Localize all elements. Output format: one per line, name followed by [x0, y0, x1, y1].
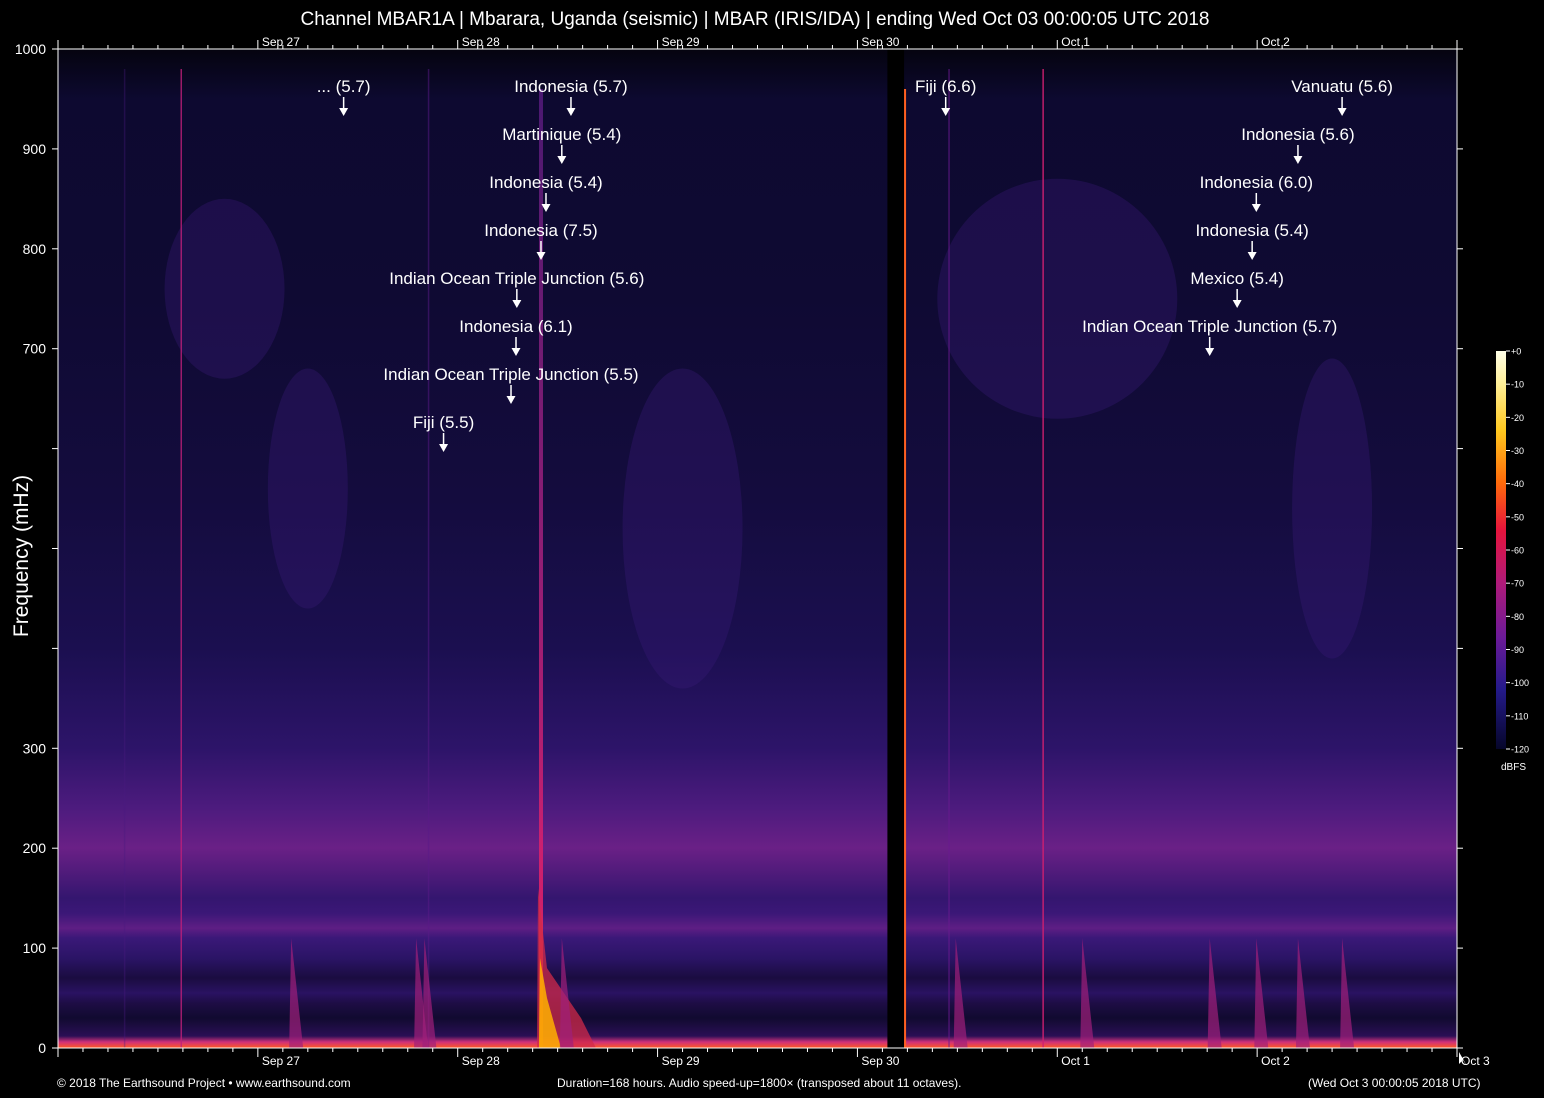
event-label: ... (5.7)	[317, 77, 371, 96]
x-tick-label-top: Sep 28	[462, 35, 500, 49]
footer-end-time: (Wed Oct 3 00:00:05 2018 UTC)	[1308, 1076, 1481, 1090]
x-tick-label-top: Sep 27	[262, 35, 300, 49]
event-label: Mexico (5.4)	[1190, 269, 1284, 288]
noise-patch	[937, 178, 1178, 419]
spectrogram-chart: 0 100 200 300 700 800 900 1000 Sep 27 Sep 27 Sep 2…	[15, 35, 1529, 1068]
y-tick-label: 0	[38, 1040, 46, 1056]
event-label: Indonesia (6.1)	[459, 317, 572, 336]
event-label: Indonesia (5.7)	[514, 77, 627, 96]
x-tick-label-bottom: Sep 29	[662, 1054, 700, 1068]
noise-patch	[164, 198, 285, 379]
x-tick-label-top: Oct 2	[1261, 35, 1290, 49]
event-label: Indonesia (5.4)	[1195, 221, 1308, 240]
event-label: Vanuatu (5.6)	[1291, 77, 1393, 96]
colorbar-tick-label: -30	[1511, 446, 1524, 456]
spectrogram-background	[58, 49, 1457, 1048]
event-label: Martinique (5.4)	[502, 125, 621, 144]
x-tick-label-bottom: Oct 1	[1061, 1054, 1090, 1068]
colorbar-tick-label: -110	[1511, 711, 1528, 721]
event-label: Indonesia (5.4)	[489, 173, 602, 192]
x-tick-label-bottom: Sep 28	[462, 1054, 500, 1068]
noise-patch	[622, 368, 743, 689]
chart-title: Channel MBAR1A | Mbarara, Uganda (seismi…	[300, 9, 1210, 30]
colorbar-tick-label: -10	[1511, 380, 1524, 390]
x-tick-label-top: Sep 29	[662, 35, 700, 49]
y-tick-label: 100	[23, 940, 47, 956]
event-label: Fiji (6.6)	[915, 77, 976, 96]
x-tick-label-top: Sep 30	[861, 35, 899, 49]
colorbar-tick-label: -120	[1511, 745, 1529, 755]
footer-duration: Duration=168 hours. Audio speed-up=1800×…	[557, 1076, 962, 1090]
event-label: Indian Ocean Triple Junction (5.6)	[389, 269, 644, 288]
event-label: Indian Ocean Triple Junction (5.5)	[383, 365, 638, 384]
y-tick-label: 200	[23, 840, 47, 856]
x-tick-label-bottom: Oct 3	[1461, 1054, 1490, 1068]
x-tick-label-bottom: Sep 27	[262, 1054, 300, 1068]
colorbar-tick-label: -100	[1511, 678, 1529, 688]
event-label: Fiji (5.5)	[413, 413, 474, 432]
plot-layer	[58, 49, 1457, 1048]
colorbar-tick-label: -20	[1511, 413, 1524, 423]
x-tick-label-bottom: Oct 2	[1261, 1054, 1290, 1068]
data-gap	[887, 49, 905, 1048]
colorbar-tick-label: -70	[1511, 579, 1524, 589]
noise-patch	[1292, 358, 1373, 659]
noise-patch	[267, 368, 348, 609]
y-tick-label: 700	[23, 341, 47, 357]
footer-credit: © 2018 The Earthsound Project • www.eart…	[57, 1076, 351, 1090]
x-tick-label-bottom: Sep 30	[861, 1054, 899, 1068]
colorbar-tick-label: +0	[1511, 347, 1521, 357]
event-label: Indonesia (5.6)	[1241, 125, 1354, 144]
event-label: Indian Ocean Triple Junction (5.7)	[1082, 317, 1337, 336]
event-label: Indonesia (6.0)	[1200, 173, 1313, 192]
colorbar-tick-label: -50	[1511, 512, 1524, 522]
colorbar-tick-label: -80	[1511, 612, 1524, 622]
event-label: Indonesia (7.5)	[484, 221, 597, 240]
y-tick-label: 800	[23, 241, 47, 257]
y-tick-label: 1000	[15, 41, 46, 57]
colorbar-tick-label: -60	[1511, 546, 1524, 556]
y-tick-label: 900	[23, 141, 47, 157]
y-tick-label: 300	[23, 740, 47, 756]
y-axis-label: Frequency (mHz)	[10, 474, 33, 638]
colorbar-unit-label: dBFS	[1501, 762, 1527, 773]
colorbar-tick-label: -40	[1511, 479, 1524, 489]
colorbar-tick-label: -90	[1511, 645, 1524, 655]
x-tick-label-top: Oct 1	[1061, 35, 1090, 49]
colorbar	[1496, 351, 1506, 749]
